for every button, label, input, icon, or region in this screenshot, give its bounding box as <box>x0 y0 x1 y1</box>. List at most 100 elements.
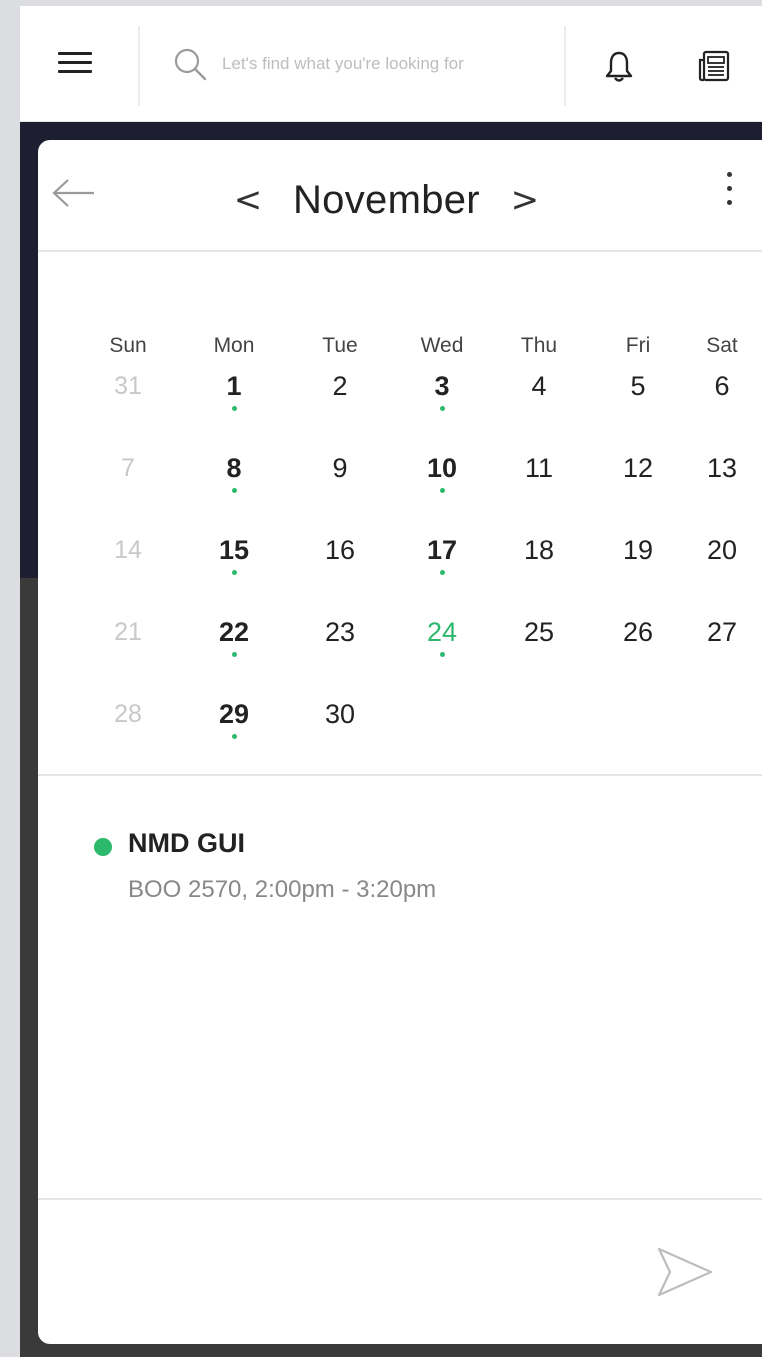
more-vertical-icon[interactable] <box>724 172 734 210</box>
search-bar[interactable] <box>172 44 552 84</box>
day-cell[interactable]: 1 <box>178 366 290 448</box>
day-cell[interactable]: 27 <box>692 612 752 694</box>
event-indicator-dot <box>440 488 445 493</box>
day-number: 12 <box>622 453 654 483</box>
day-number: 31 <box>114 372 142 400</box>
day-number: 5 <box>630 371 646 401</box>
day-cell[interactable]: 21 <box>78 612 178 694</box>
day-cell[interactable]: 13 <box>692 448 752 530</box>
card-header: < November > <box>38 140 762 252</box>
day-cell[interactable]: 2 <box>290 366 390 448</box>
day-number: 27 <box>706 617 738 647</box>
day-cell[interactable]: 14 <box>78 530 178 612</box>
day-cell[interactable]: 20 <box>692 530 752 612</box>
day-cell[interactable]: 26 <box>584 612 692 694</box>
event-indicator-dot <box>232 734 237 739</box>
day-cell[interactable]: 31 <box>78 366 178 448</box>
day-cell[interactable]: 28 <box>78 694 178 776</box>
day-number: 16 <box>324 535 356 565</box>
day-number: 4 <box>531 371 547 401</box>
day-cell[interactable]: 8 <box>178 448 290 530</box>
day-cell[interactable]: 4 <box>494 366 584 448</box>
day-number: 13 <box>706 453 738 483</box>
day-number: 17 <box>426 535 458 565</box>
day-number: 14 <box>114 536 142 564</box>
day-number: 18 <box>523 535 555 565</box>
day-number: 22 <box>218 617 250 647</box>
day-cell[interactable]: 30 <box>290 694 390 776</box>
weekday-label: Mon <box>213 334 255 357</box>
day-cell <box>494 694 584 776</box>
day-number: 25 <box>523 617 555 647</box>
day-number: 28 <box>114 700 142 728</box>
weekday-label: Sun <box>109 334 147 357</box>
search-icon <box>174 48 207 81</box>
day-number: 23 <box>324 617 356 647</box>
day-number: 15 <box>218 535 250 565</box>
day-cell[interactable]: 25 <box>494 612 584 694</box>
event-details: BOO 2570, 2:00pm - 3:20pm <box>128 876 437 903</box>
weekday-label: Sat <box>706 334 738 357</box>
day-cell[interactable]: 29 <box>178 694 290 776</box>
day-cell[interactable]: 12 <box>584 448 692 530</box>
day-cell[interactable]: 22 <box>178 612 290 694</box>
day-number: 7 <box>121 454 135 482</box>
day-cell[interactable]: 9 <box>290 448 390 530</box>
chevron-right-icon[interactable]: > <box>510 183 540 217</box>
day-cell[interactable]: 18 <box>494 530 584 612</box>
day-cell[interactable]: 6 <box>692 366 752 448</box>
day-cell[interactable]: 10 <box>390 448 494 530</box>
newspaper-icon[interactable] <box>696 48 732 89</box>
day-cell[interactable]: 17 <box>390 530 494 612</box>
day-number: 11 <box>524 453 554 483</box>
event-indicator-dot <box>232 652 237 657</box>
app-window: < November > SunMonTueWedThuFriSat 31123… <box>20 6 762 1357</box>
day-cell <box>390 694 494 776</box>
day-number: 30 <box>324 699 356 729</box>
day-number: 10 <box>426 453 458 483</box>
bell-icon[interactable] <box>604 50 634 89</box>
day-cell[interactable]: 24 <box>390 612 494 694</box>
day-cell[interactable]: 5 <box>584 366 692 448</box>
month-title: November <box>293 177 480 222</box>
calendar-card: < November > Sun Mon Tue Wed Thu Fri Sat 31 1 2 3… <box>38 140 762 1344</box>
day-cell[interactable]: 3 <box>390 366 494 448</box>
weekday-label: Wed <box>420 334 464 357</box>
hamburger-menu-icon[interactable] <box>58 50 92 76</box>
day-number: 6 <box>714 371 730 401</box>
day-number: 20 <box>706 535 738 565</box>
weekday-label: Fri <box>625 334 651 357</box>
chevron-left-icon[interactable]: < <box>233 183 263 217</box>
weekday-row: Sun Mon Tue Wed Thu Fri Sat <box>78 328 758 364</box>
divider <box>38 774 762 776</box>
month-navigation: < November > <box>233 170 540 230</box>
top-bar <box>20 6 762 122</box>
event-indicator-dot <box>440 570 445 575</box>
day-number: 24 <box>426 617 458 647</box>
day-cell[interactable]: 16 <box>290 530 390 612</box>
day-cell[interactable]: 19 <box>584 530 692 612</box>
back-arrow-icon[interactable] <box>52 178 96 213</box>
divider <box>138 26 140 106</box>
day-cell[interactable]: 23 <box>290 612 390 694</box>
search-input[interactable] <box>222 48 542 80</box>
day-cell <box>692 694 752 776</box>
weeks: 31 1 2 3 4 5 6 7 8 9 10 11 12 13 14 15 16 17 18 19 20 21 22 23 2… <box>78 366 758 776</box>
day-cell[interactable]: 15 <box>178 530 290 612</box>
divider <box>38 1198 762 1200</box>
send-icon[interactable] <box>656 1246 714 1303</box>
day-number: 29 <box>218 699 250 729</box>
week-row: 21 22 23 24 25 26 27 <box>78 612 758 694</box>
week-row: 7 8 9 10 11 12 13 <box>78 448 758 530</box>
day-number: 8 <box>226 453 242 483</box>
event-indicator-dot <box>232 488 237 493</box>
day-cell[interactable]: 11 <box>494 448 584 530</box>
weekday-label: Tue <box>322 334 358 357</box>
day-number: 21 <box>114 618 142 646</box>
day-number: 26 <box>622 617 654 647</box>
event-title: NMD GUI <box>128 828 245 858</box>
week-row: 31 1 2 3 4 5 6 <box>78 366 758 448</box>
weekday-label: Thu <box>520 334 558 357</box>
day-cell[interactable]: 7 <box>78 448 178 530</box>
calendar-grid: Sun Mon Tue Wed Thu Fri Sat 31 1 2 3 4 5 6 7 8 9 10 11 12 1… <box>78 328 758 776</box>
